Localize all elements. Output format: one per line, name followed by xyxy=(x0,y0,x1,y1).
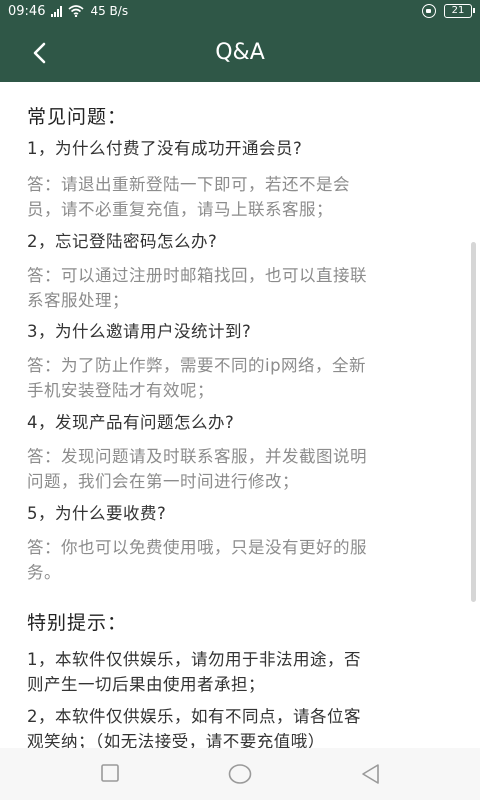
faq-answer-2-line1: 答：可以通过注册时邮箱找回，也可以直接联 xyxy=(27,266,367,285)
faq-question-3: 3，为什么邀请用户没统计到? xyxy=(27,322,252,341)
faq-answer-4-line1: 答：发现问题请及时联系客服，并发截图说明 xyxy=(27,447,367,466)
faq-answer-1-line2: 员，请不必重复充值，请马上联系客服； xyxy=(27,200,333,219)
home-button[interactable] xyxy=(228,763,252,785)
app-bar: Q&A xyxy=(0,22,480,82)
faq-answer-2-line2: 系客服处理； xyxy=(27,291,129,310)
triangle-icon xyxy=(362,764,379,784)
circle-icon xyxy=(228,764,252,784)
faq-answer-1-line1: 答：请退出重新登陆一下即可，若还不是会 xyxy=(27,175,350,194)
status-left: 09:46 45 B/s xyxy=(8,4,128,19)
notice-1-line1: 1，本软件仅供娱乐，请勿用于非法用途，否 xyxy=(27,650,361,669)
recent-apps-button[interactable] xyxy=(100,763,120,783)
chevron-left-icon xyxy=(33,42,46,64)
notice-1-line2: 则产生一切后果由使用者承担； xyxy=(27,675,265,694)
status-bar: 09:46 45 B/s 21 xyxy=(0,0,480,22)
faq-answer-3-line2: 手机安装登陆才有效呢； xyxy=(27,381,214,400)
faq-answer-3-line1: 答：为了防止作弊，需要不同的ip网络，全新 xyxy=(27,356,367,375)
page-title: Q&A xyxy=(215,39,265,65)
network-speed: 45 B/s xyxy=(90,4,129,18)
back-nav-button[interactable] xyxy=(360,763,380,785)
status-time: 09:46 xyxy=(8,3,46,19)
faq-question-1: 1，为什么付费了没有成功开通会员? xyxy=(27,139,303,158)
faq-question-2: 2，忘记登陆密码怎么办? xyxy=(27,232,218,251)
faq-answer-5-line1: 答：你也可以免费使用哦，只是没有更好的服 xyxy=(27,538,367,557)
faq-question-5: 5，为什么要收费? xyxy=(27,504,167,523)
square-icon xyxy=(101,764,119,782)
back-button[interactable] xyxy=(22,36,56,70)
faq-answer-4-line2: 问题，我们会在第一时间进行修改； xyxy=(27,472,299,491)
system-nav-bar xyxy=(0,748,480,800)
faq-answer-5-line2: 务。 xyxy=(27,563,61,582)
faq-section-title: 常见问题： xyxy=(27,106,128,128)
faq-content[interactable]: 常见问题： 1，为什么付费了没有成功开通会员? 答：请退出重新登陆一下即可，若还… xyxy=(0,82,480,748)
scrollbar[interactable] xyxy=(471,242,476,602)
faq-question-4: 4，发现产品有问题怎么办? xyxy=(27,413,235,432)
notice-2-line1: 2，本软件仅供娱乐，如有不同点，请各位客 xyxy=(27,707,361,726)
rotation-lock-icon xyxy=(422,4,436,18)
notice-section-title: 特别提示： xyxy=(27,612,128,634)
battery-icon: 21 xyxy=(444,4,475,18)
notice-2-line2: 观笑纳；（如无法接受，请不要充值哦） xyxy=(27,732,325,748)
status-right: 21 xyxy=(422,4,475,18)
wifi-icon xyxy=(68,5,84,17)
signal-icon xyxy=(51,5,63,17)
